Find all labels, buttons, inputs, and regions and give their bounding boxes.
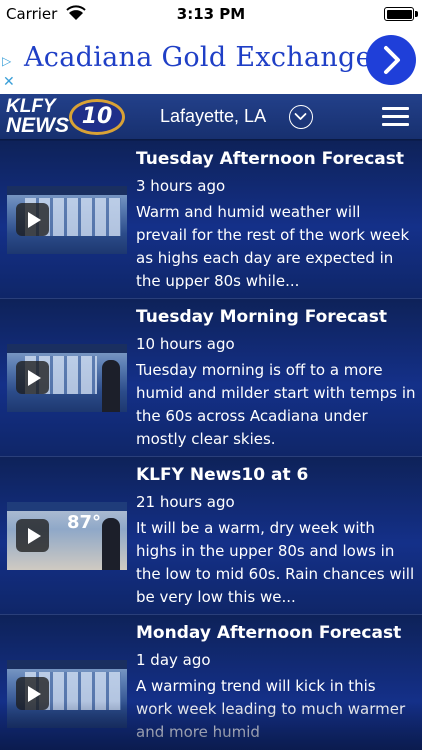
location-selector[interactable]: Lafayette, LA bbox=[160, 106, 266, 127]
ad-banner[interactable]: ▷ ✕ Acadiana Gold Exchange bbox=[0, 28, 422, 94]
ad-headline[interactable]: Acadiana Gold Exchange bbox=[24, 42, 372, 73]
hamburger-menu-icon[interactable] bbox=[382, 107, 409, 127]
klfy-news10-logo[interactable]: KLFY NEWS 10 bbox=[6, 96, 128, 137]
item-title[interactable]: Tuesday Morning Forecast bbox=[136, 307, 387, 327]
item-time: 3 hours ago bbox=[136, 177, 226, 195]
app-header: KLFY NEWS 10 Lafayette, LA bbox=[0, 94, 422, 140]
play-icon[interactable] bbox=[16, 361, 49, 394]
play-icon[interactable] bbox=[16, 203, 49, 236]
item-title[interactable]: Tuesday Afternoon Forecast bbox=[136, 149, 404, 169]
video-thumbnail[interactable] bbox=[7, 186, 127, 254]
item-description: Tuesday morning is off to a more humid a… bbox=[136, 361, 416, 448]
item-title[interactable]: KLFY News10 at 6 bbox=[136, 465, 308, 485]
logo-text-bottom: NEWS bbox=[6, 114, 69, 137]
item-time: 1 day ago bbox=[136, 651, 211, 669]
logo-badge: 10 bbox=[69, 99, 125, 135]
chevron-down-circle-icon[interactable] bbox=[289, 105, 313, 129]
item-description: A warming trend will kick in this work w… bbox=[136, 677, 406, 741]
list-item[interactable]: Monday Afternoon Forecast 1 day ago A wa… bbox=[0, 615, 422, 750]
play-icon[interactable] bbox=[16, 677, 49, 710]
ad-close-icon[interactable]: ✕ bbox=[3, 74, 15, 90]
ad-choices-icon[interactable]: ▷ bbox=[2, 54, 11, 68]
video-feed[interactable]: Tuesday Afternoon Forecast 3 hours ago W… bbox=[0, 141, 422, 750]
video-thumbnail[interactable] bbox=[7, 660, 127, 728]
chevron-right-icon bbox=[384, 46, 400, 74]
battery-icon bbox=[384, 7, 418, 21]
item-description: It will be a warm, dry week with highs i… bbox=[136, 519, 415, 606]
thumbnail-temperature: 87° bbox=[67, 512, 102, 533]
video-thumbnail[interactable] bbox=[7, 344, 127, 412]
item-title[interactable]: Monday Afternoon Forecast bbox=[136, 623, 401, 643]
play-icon[interactable] bbox=[16, 519, 49, 552]
item-time: 10 hours ago bbox=[136, 335, 235, 353]
status-bar: Carrier 3:13 PM bbox=[0, 0, 422, 28]
item-description: Warm and humid weather will prevail for … bbox=[136, 203, 410, 290]
item-time: 21 hours ago bbox=[136, 493, 235, 511]
ad-open-button[interactable] bbox=[366, 35, 416, 85]
list-item[interactable]: Tuesday Afternoon Forecast 3 hours ago W… bbox=[0, 141, 422, 299]
list-item[interactable]: 87° KLFY News10 at 6 21 hours ago It wil… bbox=[0, 457, 422, 615]
list-item[interactable]: Tuesday Morning Forecast 10 hours ago Tu… bbox=[0, 299, 422, 457]
video-thumbnail[interactable]: 87° bbox=[7, 502, 127, 570]
clock: 3:13 PM bbox=[176, 5, 246, 23]
